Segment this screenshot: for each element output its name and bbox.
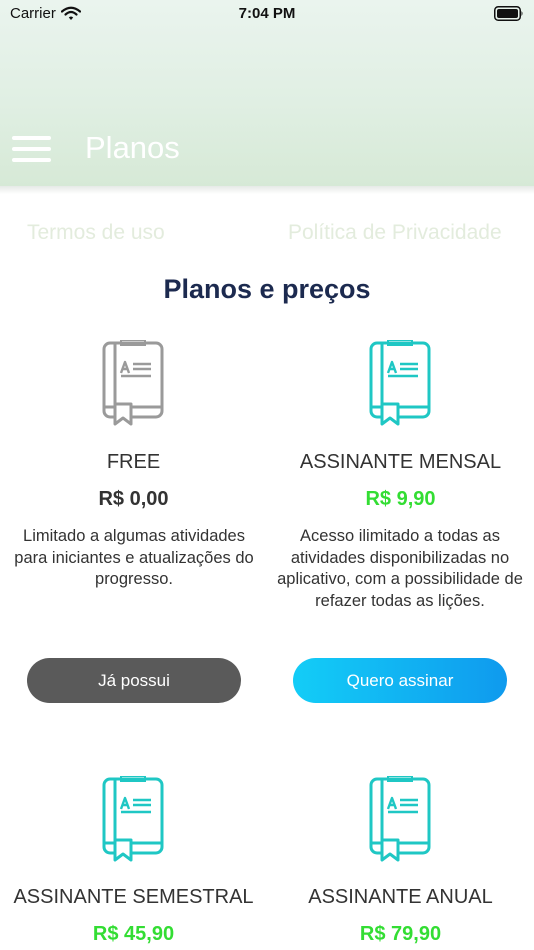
page-title: Planos [85,130,180,165]
plan-description-monthly: Acesso ilimitado a todas as atividades d… [277,527,523,610]
plan-name-monthly: ASSINANTE MENSAL [299,451,502,473]
book-icon [99,340,167,426]
plan-price-annual: R$ 79,90 [359,923,442,945]
header-bar [0,0,534,188]
header-shadow [0,186,534,194]
hamburger-menu-icon[interactable] [12,134,52,164]
plan-price-monthly: R$ 9,90 [365,488,436,510]
subscribe-button[interactable]: Quero assinar [293,658,507,703]
plan-description-free: Limitado a algumas atividades para inici… [14,527,254,588]
already-owned-button[interactable]: Já possui [27,658,241,703]
plan-price-free: R$ 0,00 [98,488,169,510]
book-icon [366,340,434,426]
status-time: 7:04 PM [238,5,296,22]
book-icon [99,776,167,862]
section-title: Planos e preços [163,274,371,304]
plan-name-semiannual: ASSINANTE SEMESTRAL [13,886,254,908]
plan-price-semiannual: R$ 45,90 [92,923,175,945]
terms-of-use-link[interactable]: Termos de uso [27,221,165,245]
status-bar: Carrier 7:04 PM [0,0,534,28]
battery-icon [494,6,523,21]
plan-name-free: FREE [106,451,161,473]
plan-name-annual: ASSINANTE ANUAL [308,886,493,908]
privacy-policy-link[interactable]: Política de Privacidade [288,221,502,245]
book-icon [366,776,434,862]
